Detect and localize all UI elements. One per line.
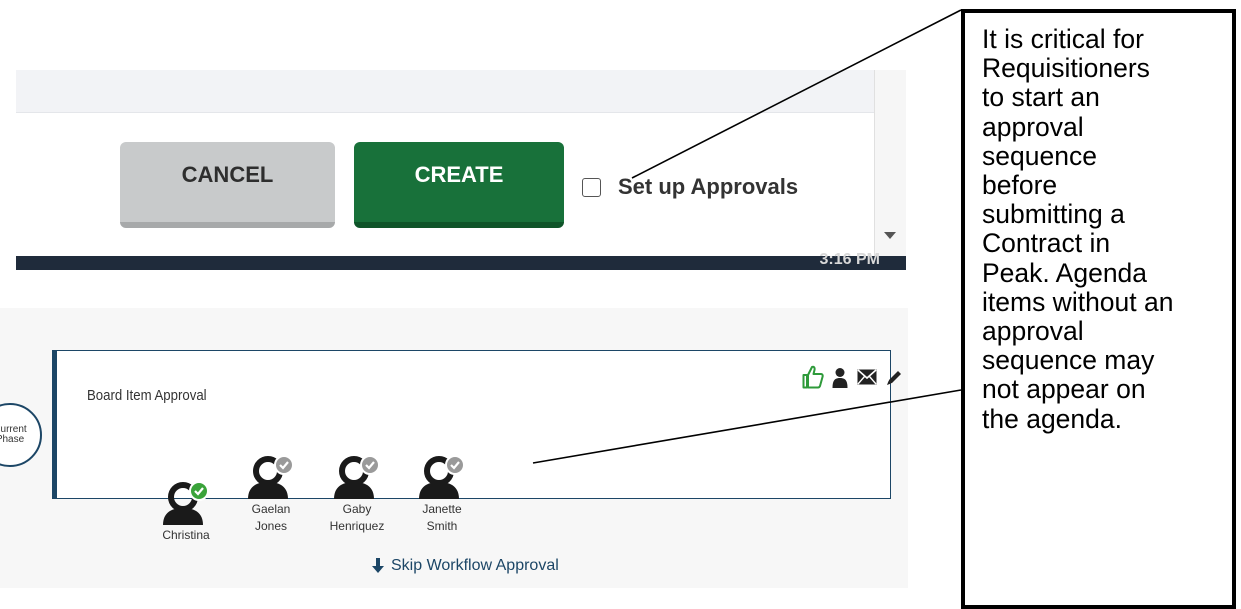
leader-line-approvals (631, 9, 962, 179)
callout-leader-lines (532, 9, 962, 464)
leader-line-workflow (532, 389, 962, 464)
